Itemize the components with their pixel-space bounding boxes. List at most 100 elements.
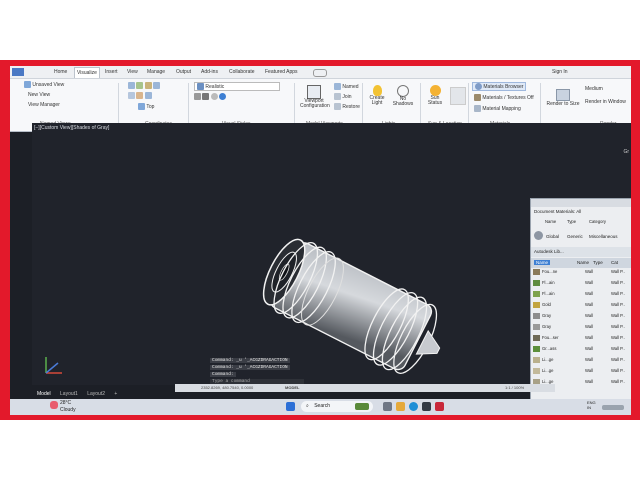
tab-model[interactable]: Model — [37, 391, 51, 397]
search-label: Search — [314, 403, 331, 409]
material-mapping-dropdown[interactable]: Material Mapping — [474, 105, 521, 112]
tab-add-ins[interactable]: Add-ins — [201, 69, 218, 75]
material-list-item[interactable]: Gray Wall Wall P.. — [533, 324, 629, 332]
status-bar: 2352.8269, 480.7540, 0.0000 MODEL 1:1 / … — [175, 384, 555, 392]
visual-style-dropdown[interactable]: Realistic — [194, 82, 280, 91]
material-list-item[interactable]: Li...ge Wall Wall P.. — [533, 368, 629, 376]
render-preset-dropdown[interactable]: Medium — [585, 86, 603, 92]
system-tray-icons[interactable] — [602, 405, 624, 410]
materials-browser-button[interactable]: Materials Browser — [472, 82, 527, 91]
tab-layout2[interactable]: Layout2 — [87, 391, 105, 397]
tab-collaborate[interactable]: Collaborate — [229, 69, 255, 75]
material-category: Wall P.. — [611, 269, 625, 274]
list-col-category[interactable]: Cat — [611, 260, 618, 265]
material-list-item[interactable]: Gray Wall Wall P.. — [533, 313, 629, 321]
material-list-item[interactable]: Fou...ne Wall Wall P.. — [533, 269, 629, 277]
unsaved-view-dropdown[interactable]: Unsaved View — [24, 81, 64, 88]
tab-home[interactable]: Home — [54, 69, 67, 75]
material-name: Fl...ain — [542, 280, 555, 286]
ucs-object-icon — [136, 92, 144, 99]
tab-insert[interactable]: Insert — [105, 69, 118, 75]
render-to-size-label: Render to Size — [546, 101, 580, 107]
weather-condition[interactable]: Cloudy — [60, 407, 76, 413]
viewport-config-label: Viewport Configuration — [300, 98, 330, 109]
annotation-scale[interactable]: 1:1 / 100% — [505, 385, 524, 390]
materials-textures-dropdown[interactable]: Materials / Textures Off — [474, 94, 534, 101]
app-menu-button[interactable] — [12, 68, 24, 76]
view-manager-button[interactable]: View Manager — [28, 102, 60, 108]
file-explorer-icon[interactable] — [396, 402, 405, 411]
list-col-name[interactable]: Name — [534, 260, 551, 265]
ucs-top-dropdown[interactable]: Top — [138, 103, 154, 110]
tab-visualize[interactable]: Visualize — [74, 67, 100, 78]
material-list-item[interactable]: Fou...ser Wall Wall P.. — [533, 335, 629, 343]
ucs-icons-row-1[interactable] — [128, 82, 161, 89]
material-name: Gr...ass — [542, 346, 557, 352]
visual-style-tools[interactable] — [194, 93, 227, 100]
store-icon[interactable] — [422, 402, 431, 411]
render-to-size-button[interactable]: Render to Size — [544, 89, 582, 107]
material-type: Wall — [585, 379, 593, 384]
material-category: Wall P.. — [611, 324, 625, 329]
material-list-item[interactable]: Fl...ain Wall Wall P.. — [533, 291, 629, 299]
material-category: Wall P.. — [611, 357, 625, 362]
top-view-label: Top — [146, 103, 155, 110]
sign-in-link[interactable]: Sign In — [552, 69, 568, 75]
material-list-item[interactable]: Gr...ass Wall Wall P.. — [533, 346, 629, 354]
render-in-window-dropdown[interactable]: Render in Window — [585, 99, 626, 105]
palette-titlebar[interactable] — [531, 199, 631, 207]
ucs-origin-icon — [136, 82, 144, 89]
realistic-style-icon — [197, 83, 204, 90]
restore-viewports-button[interactable]: Restore — [334, 103, 360, 110]
material-list-item[interactable]: Fl...ain Wall Wall P.. — [533, 280, 629, 288]
windows-start-icon[interactable] — [286, 402, 295, 411]
named-viewports-button[interactable]: Named — [334, 83, 359, 90]
tab-output[interactable]: Output — [176, 69, 191, 75]
list-col-name2[interactable]: Name — [577, 260, 589, 265]
ucs-view-icon — [128, 92, 135, 99]
col-type[interactable]: Type — [567, 219, 576, 224]
material-list-item[interactable]: Li...ge Wall Wall P.. — [533, 357, 629, 365]
col-category[interactable]: Category — [589, 219, 606, 224]
material-category: Wall P.. — [611, 335, 625, 340]
model-space-toggle[interactable]: MODEL — [285, 385, 299, 390]
panel-divider — [540, 83, 541, 127]
tab-view[interactable]: View — [127, 69, 138, 75]
taskbar-search-box[interactable]: ⌕ Search — [301, 401, 373, 412]
panel-divider — [118, 83, 119, 127]
named-viewports-label: Named — [342, 83, 359, 90]
viewport-configuration-button[interactable]: Viewport Configuration — [300, 85, 330, 109]
ribbon-options-icon[interactable] — [313, 69, 327, 77]
document-material-row[interactable]: Global Generic Miscellaneous — [531, 229, 631, 243]
library-list-header: Name Name Type Cat — [531, 258, 631, 268]
sun-status-button[interactable]: Sun Status — [424, 85, 446, 106]
restore-icon — [334, 103, 341, 110]
sky-background-button[interactable] — [450, 87, 466, 105]
join-viewports-button[interactable]: Join — [334, 93, 352, 100]
command-history-line: Command: — [210, 372, 236, 377]
keyboard-language[interactable]: ENG IN — [587, 400, 596, 410]
material-swatch-icon — [533, 313, 540, 319]
sun-status-label: Sun Status — [427, 95, 443, 106]
add-layout-button[interactable]: + — [114, 391, 117, 397]
tab-manage[interactable]: Manage — [147, 69, 165, 75]
autocad-app-icon[interactable] — [435, 402, 444, 411]
no-shadows-button[interactable]: No Shadows — [392, 85, 414, 107]
edge-browser-icon[interactable] — [409, 402, 418, 411]
material-swatch-icon — [533, 335, 540, 341]
library-dropdown[interactable]: Autodesk Lib... — [531, 247, 631, 257]
view-manager-label: View Manager — [28, 102, 60, 108]
weather-temperature[interactable]: 28°C — [60, 400, 71, 406]
tab-layout1[interactable]: Layout1 — [60, 391, 78, 397]
join-label: Join — [342, 93, 352, 100]
ucs-icons-row-2[interactable] — [128, 92, 152, 99]
new-view-button[interactable]: New View — [28, 92, 50, 98]
material-list-item[interactable]: Gold Wall Wall P.. — [533, 302, 629, 310]
list-col-type[interactable]: Type — [593, 260, 603, 265]
restore-label: Restore — [342, 103, 360, 110]
create-light-button[interactable]: Create Light — [366, 85, 388, 106]
windows-taskbar: 28°C Cloudy ⌕ Search ENG IN — [10, 399, 631, 415]
task-view-icon[interactable] — [383, 402, 392, 411]
col-name[interactable]: Name — [545, 219, 556, 224]
tab-featured-apps[interactable]: Featured Apps — [265, 69, 298, 75]
